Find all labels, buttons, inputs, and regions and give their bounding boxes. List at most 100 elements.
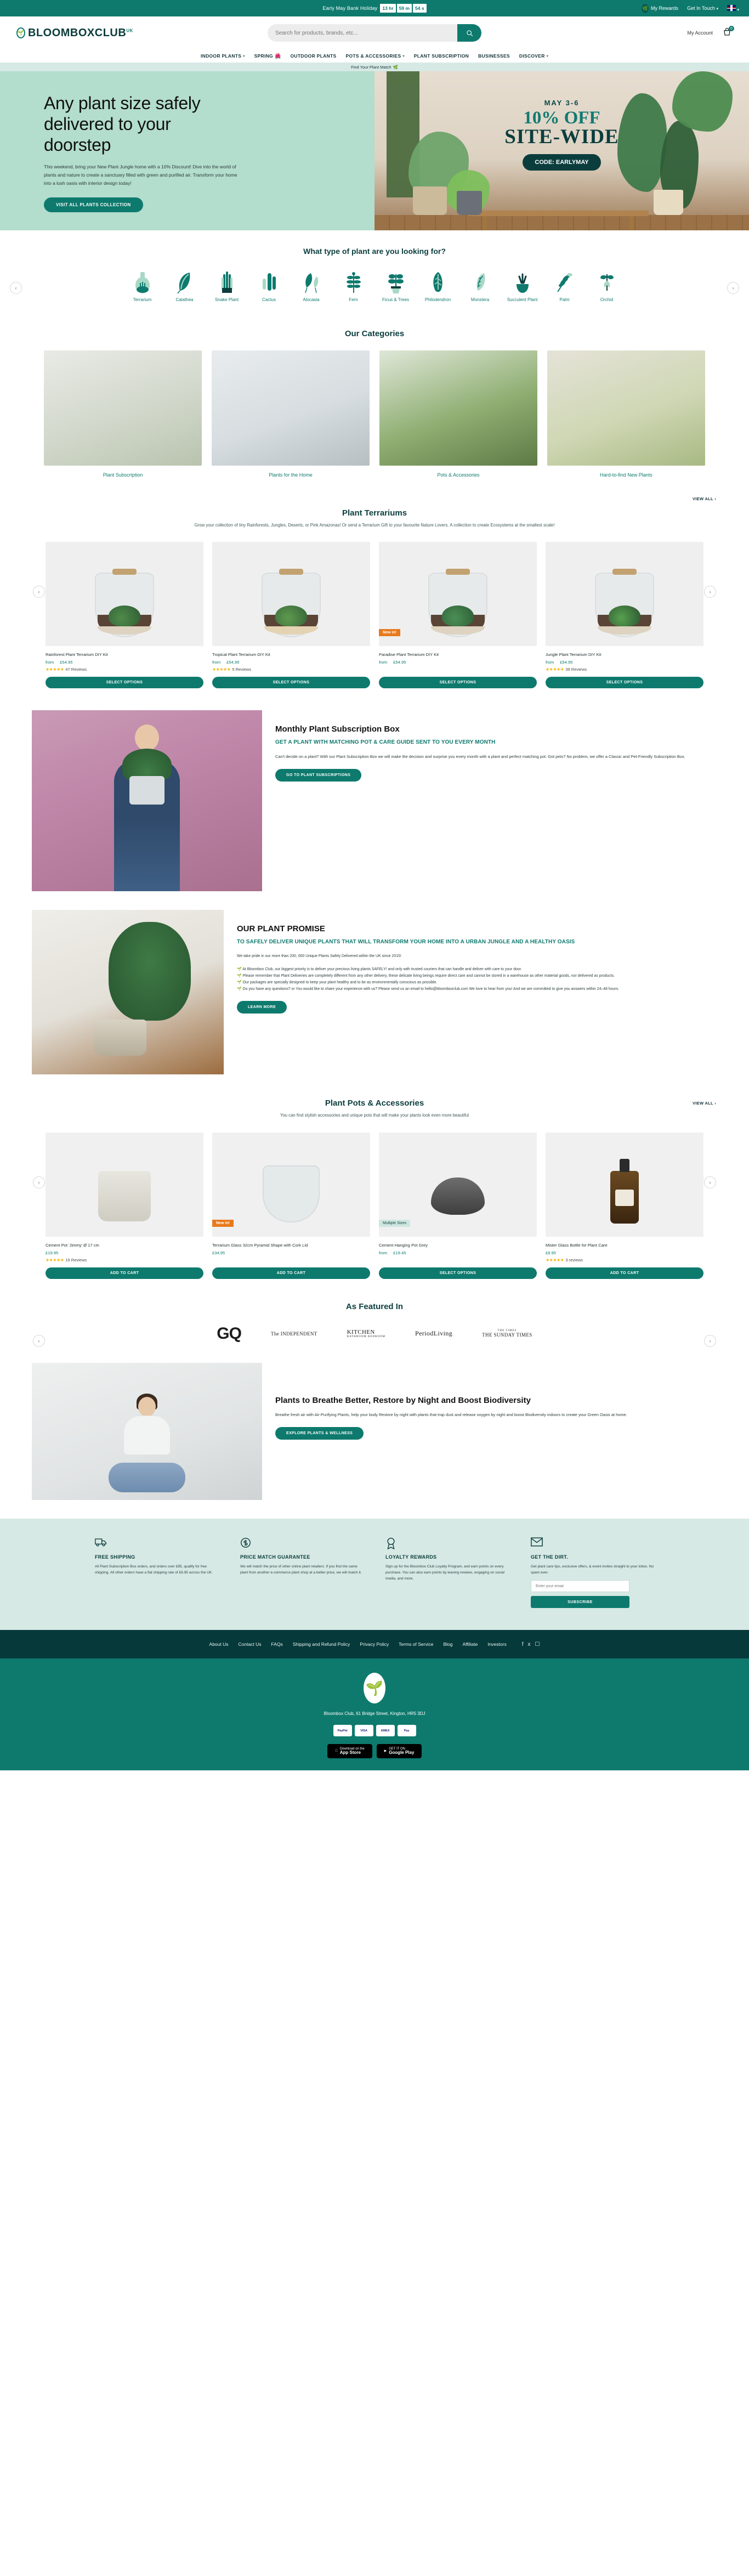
pinterest-icon[interactable]: x	[527, 1641, 530, 1647]
philodendron-icon	[419, 270, 457, 294]
picker-item-terrarium[interactable]: Terrarium	[124, 270, 161, 303]
featured-next-button[interactable]: ›	[704, 1334, 716, 1347]
instagram-icon[interactable]: ☐	[535, 1641, 540, 1647]
picker-label: Cactus	[262, 297, 276, 302]
picker-item-cactus[interactable]: Cactus	[251, 270, 288, 303]
biodiversity-title: Plants to Breathe Better, Restore by Nig…	[275, 1395, 531, 1405]
language-selector[interactable]: ▾	[727, 4, 739, 12]
hero-promo-banner[interactable]: MAY 3-6 10% OFF SITE-WIDE CODE: EARLYMAY	[374, 71, 749, 230]
cart-button[interactable]: 0	[722, 26, 734, 39]
product-card[interactable]: Tropical Plant Terrarium DIY Kit from £54…	[212, 542, 370, 689]
facebook-icon[interactable]: f	[522, 1641, 524, 1647]
medal-icon	[385, 1537, 509, 1550]
product-card[interactable]: New in! Terrarium Glass 32cm Pyramid Sha…	[212, 1132, 370, 1279]
picker-label: Calathea	[175, 297, 194, 302]
add-to-cart-button[interactable]: ADD TO CART	[46, 1267, 203, 1279]
picker-item-fern[interactable]: Fern	[335, 270, 372, 303]
nav-item-discover[interactable]: DISCOVER ▾	[519, 53, 548, 59]
picker-item-ficus-trees[interactable]: Ficus & Trees	[377, 270, 415, 303]
nav-item-indoor-plants[interactable]: INDOOR PLANTS ▾	[201, 53, 245, 59]
nav-item-businesses[interactable]: BUSINESSES	[478, 53, 510, 59]
picker-item-palm[interactable]: Palm	[546, 270, 583, 303]
terrariums-next-button[interactable]: ›	[704, 586, 716, 598]
picker-item-philodendron[interactable]: Philodendron	[419, 270, 457, 303]
search-button[interactable]	[457, 24, 481, 42]
footer-link-about-us[interactable]: About Us	[209, 1641, 229, 1647]
picker-next-button[interactable]: ›	[727, 282, 739, 294]
featured-prev-button[interactable]: ‹	[33, 1334, 45, 1347]
pots-view-all-link[interactable]: VIEW ALL ›	[693, 1101, 716, 1106]
category-image	[212, 350, 370, 466]
footer-link-blog[interactable]: Blog	[443, 1641, 452, 1647]
picker-item-succulent[interactable]: Succulent Plant	[504, 270, 541, 303]
select-options-button[interactable]: SELECT OPTIONS	[379, 677, 537, 689]
promise-cta-button[interactable]: LEARN MORE	[237, 1000, 287, 1014]
product-image	[46, 542, 203, 647]
product-card[interactable]: Jungle Plant Terrarium DIY Kit from £54.9…	[546, 542, 703, 689]
nav-item-pots-accessories[interactable]: POTS & ACCESSORIES ▾	[345, 53, 404, 59]
nav-item-spring[interactable]: SPRING 🌺	[254, 53, 281, 59]
footer-link-contact-us[interactable]: Contact Us	[239, 1641, 262, 1647]
grey-pot-decoration	[457, 191, 482, 215]
select-options-button[interactable]: SELECT OPTIONS	[379, 1267, 537, 1279]
search-bar[interactable]	[268, 24, 481, 42]
select-options-button[interactable]: SELECT OPTIONS	[46, 677, 203, 689]
footer-link-affiliate[interactable]: Affiliate	[462, 1641, 478, 1647]
category-card-plant-subscription[interactable]: Plant Subscription	[44, 350, 202, 478]
footer-link-privacy-policy[interactable]: Privacy Policy	[360, 1641, 389, 1647]
featured-in-title: As Featured In	[345, 1301, 404, 1311]
calathea-leaf-icon	[166, 270, 203, 294]
product-tag-new: New in!	[379, 629, 400, 637]
picker-item-calathea[interactable]: Calathea	[166, 270, 203, 303]
get-in-touch-menu[interactable]: Get In Touch ▾	[687, 5, 718, 11]
select-options-button[interactable]: SELECT OPTIONS	[546, 677, 703, 689]
product-card[interactable]: Mister Glass Bottle for Plant Care £8.95…	[546, 1132, 703, 1279]
category-card-plants-for-the-home[interactable]: Plants for the Home	[212, 350, 370, 478]
app-store-badge[interactable]: Download on theApp Store	[327, 1744, 372, 1759]
find-plant-match-strip[interactable]: Find Your Plant Match 🌿	[0, 63, 749, 71]
terrariums-prev-button[interactable]: ‹	[33, 586, 45, 598]
picker-item-alocasia[interactable]: Alocasia	[293, 270, 330, 303]
terrariums-view-all-link[interactable]: VIEW ALL ›	[693, 496, 716, 501]
site-logo[interactable]: 🌱 BLOOMBOXCLUBUK	[16, 27, 133, 39]
search-input[interactable]	[268, 30, 457, 36]
footer-link-faqs[interactable]: FAQs	[271, 1641, 283, 1647]
product-card[interactable]: Rainforest Plant Terrarium DIY Kit from £…	[46, 542, 203, 689]
announcement-right: 🌿 My Rewards Get In Touch ▾ ▾	[642, 0, 739, 16]
promo-code-badge[interactable]: CODE: EARLYMAY	[523, 154, 601, 171]
add-to-cart-button[interactable]: ADD TO CART	[546, 1267, 703, 1279]
product-card[interactable]: New in! Paradise Plant Terrarium DIY Kit…	[379, 542, 537, 689]
category-card-pots-accessories[interactable]: Pots & Accessories	[379, 350, 537, 478]
subscription-cta-button[interactable]: GO TO PLANT SUBSCRIPTIONS	[275, 768, 362, 782]
picker-label: Ficus & Trees	[382, 297, 409, 302]
pots-next-button[interactable]: ›	[704, 1176, 716, 1188]
footer-link-shipping-refund-policy[interactable]: Shipping and Refund Policy	[293, 1641, 350, 1647]
terrarium-icon	[124, 270, 161, 294]
google-play-badge[interactable]: ▶ GET IT ON Google Play	[377, 1744, 422, 1759]
footer-link-terms-of-service[interactable]: Terms of Service	[399, 1641, 433, 1647]
newsletter-email-input[interactable]	[531, 1580, 629, 1593]
product-card[interactable]: Cement Pot 'Jimmy' Ø 17 cm £19.95 ★★★★★ 1…	[46, 1132, 203, 1279]
biodiversity-cta-button[interactable]: EXPLORE PLANTS & WELLNESS	[275, 1426, 364, 1440]
pots-prev-button[interactable]: ‹	[33, 1176, 45, 1188]
product-name: Cement Hanging Pot Grey	[379, 1242, 428, 1248]
picker-label: Orchid	[600, 297, 614, 302]
category-card-hard-to-find-new-plants[interactable]: Hard-to-find New Plants	[547, 350, 705, 478]
footer-link-investors[interactable]: Investors	[487, 1641, 507, 1647]
picker-item-monstera[interactable]: Monstera	[462, 270, 499, 303]
my-account-link[interactable]: My Account	[687, 30, 713, 36]
nav-item-plant-subscription[interactable]: PLANT SUBSCRIPTION	[414, 53, 469, 59]
select-options-button[interactable]: SELECT OPTIONS	[212, 677, 370, 689]
product-card[interactable]: Multiple Sizes Cement Hanging Pot Grey f…	[379, 1132, 537, 1279]
my-rewards-button[interactable]: 🌿 My Rewards	[642, 3, 678, 13]
nav-item-outdoor-plants[interactable]: OUTDOOR PLANTS	[290, 53, 336, 59]
picker-prev-button[interactable]: ‹	[10, 282, 22, 294]
ficus-tree-icon	[377, 270, 415, 294]
picker-item-orchid[interactable]: Orchid	[588, 270, 626, 303]
add-to-cart-button[interactable]: ADD TO CART	[212, 1267, 370, 1279]
truck-icon	[95, 1537, 218, 1549]
picker-item-snake-plant[interactable]: Snake Plant	[208, 270, 246, 303]
star-rating-icon: ★★★★★	[46, 1257, 64, 1262]
hero-cta-button[interactable]: VISIT ALL PLANTS COLLECTION	[44, 197, 143, 212]
newsletter-subscribe-button[interactable]: SUBSCRIBE	[531, 1596, 629, 1609]
